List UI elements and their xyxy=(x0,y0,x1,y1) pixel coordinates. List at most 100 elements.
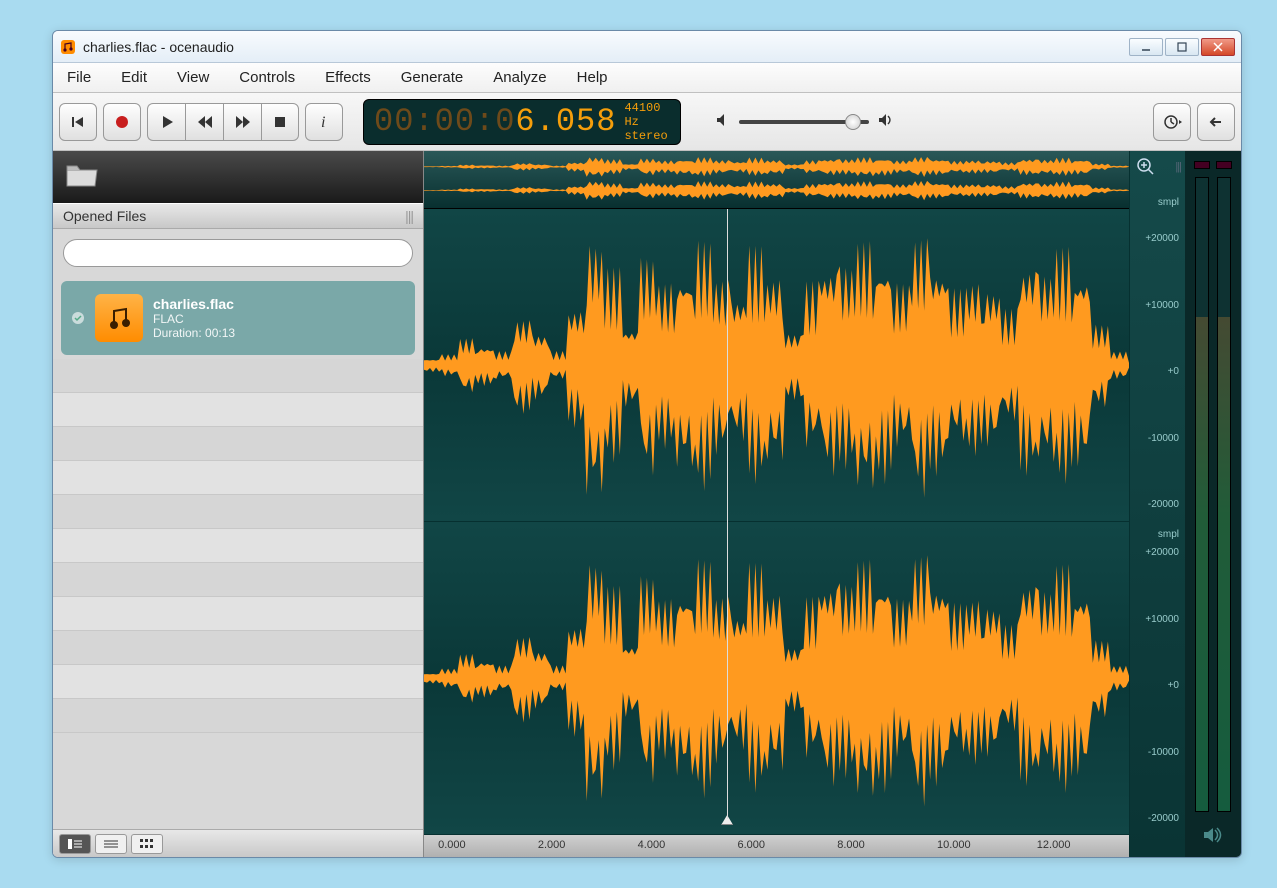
amp-tick: +10000 xyxy=(1145,300,1179,311)
sidebar-title: Opened Files xyxy=(63,208,146,224)
list-row xyxy=(53,359,423,393)
volume-down-icon xyxy=(715,112,731,131)
svg-text:i: i xyxy=(321,114,325,131)
sidebar-footer xyxy=(53,829,423,857)
file-meta: charlies.flac FLAC Duration: 00:13 xyxy=(153,296,235,340)
sidebar-header: Opened Files ||| xyxy=(53,203,423,229)
scale-grip-icon[interactable]: ||| xyxy=(1175,161,1181,173)
menu-analyze[interactable]: Analyze xyxy=(487,65,552,90)
toolbar: i 00:00:06.058 44100 Hz stereo xyxy=(53,93,1241,151)
list-row xyxy=(53,597,423,631)
stop-button[interactable] xyxy=(261,103,299,141)
menu-controls[interactable]: Controls xyxy=(233,65,301,90)
list-row xyxy=(53,461,423,495)
amp-tick: +0 xyxy=(1168,366,1179,377)
titlebar: charlies.flac - ocenaudio xyxy=(53,31,1241,63)
channels[interactable] xyxy=(424,209,1129,835)
sidebar-grip-icon[interactable]: ||| xyxy=(405,208,413,224)
menu-help[interactable]: Help xyxy=(571,65,614,90)
info-button[interactable]: i xyxy=(305,103,343,141)
time-tick: 8.000 xyxy=(837,839,865,851)
amp-tick: +20000 xyxy=(1145,233,1179,244)
amp-tick: -10000 xyxy=(1148,433,1179,444)
maximize-button[interactable] xyxy=(1165,38,1199,56)
file-type: FLAC xyxy=(153,312,235,326)
menu-generate[interactable]: Generate xyxy=(395,65,470,90)
meter-peak-indicators xyxy=(1194,161,1232,169)
list-row xyxy=(53,631,423,665)
sidebar-search xyxy=(53,229,423,277)
time-tick: 0.000 xyxy=(438,839,466,851)
level-meters xyxy=(1185,151,1241,857)
list-row xyxy=(53,699,423,733)
goto-start-button[interactable] xyxy=(59,103,97,141)
time-tick: 2.000 xyxy=(538,839,566,851)
main-area: 0.0002.0004.0006.0008.00010.00012.000 ||… xyxy=(424,151,1241,857)
back-button[interactable] xyxy=(1197,103,1235,141)
record-button[interactable] xyxy=(103,103,141,141)
content: Opened Files ||| charlies.flac FLAC Dura… xyxy=(53,151,1241,857)
list-row xyxy=(53,665,423,699)
amp-tick: -20000 xyxy=(1148,813,1179,824)
app-window: charlies.flac - ocenaudio File Edit View… xyxy=(52,30,1242,858)
amp-tick: +0 xyxy=(1168,680,1179,691)
peak-indicator-right xyxy=(1216,161,1232,169)
minimize-button[interactable] xyxy=(1129,38,1163,56)
time-tick: 12.000 xyxy=(1037,839,1071,851)
list-row xyxy=(53,393,423,427)
view-grid-button[interactable] xyxy=(131,834,163,854)
check-icon xyxy=(71,311,85,325)
overview-waveform[interactable] xyxy=(424,151,1129,209)
app-icon xyxy=(59,38,77,56)
sidebar: Opened Files ||| charlies.flac FLAC Dura… xyxy=(53,151,424,857)
list-row xyxy=(53,529,423,563)
time-display: 00:00:06.058 44100 Hz stereo xyxy=(363,99,681,145)
fast-forward-button[interactable] xyxy=(223,103,261,141)
view-list-button[interactable] xyxy=(95,834,127,854)
search-input[interactable] xyxy=(63,239,413,267)
view-detail-button[interactable] xyxy=(59,834,91,854)
close-button[interactable] xyxy=(1201,38,1235,56)
play-button[interactable] xyxy=(147,103,185,141)
menu-file[interactable]: File xyxy=(61,65,97,90)
meter-right xyxy=(1217,177,1231,812)
channel-left[interactable] xyxy=(424,209,1129,522)
channel-right[interactable] xyxy=(424,522,1129,835)
time-axis: 0.0002.0004.0006.0008.00010.00012.000 xyxy=(424,835,1129,857)
amp-tick: +20000 xyxy=(1145,547,1179,558)
amp-unit: smpl xyxy=(1158,529,1179,540)
lcd-time: 00:00:06.058 xyxy=(374,103,624,140)
menubar: File Edit View Controls Effects Generate… xyxy=(53,63,1241,93)
menu-view[interactable]: View xyxy=(171,65,215,90)
zoom-icon[interactable] xyxy=(1136,157,1156,180)
list-row xyxy=(53,427,423,461)
list-row xyxy=(53,563,423,597)
lcd-seconds: 6.058 xyxy=(515,103,616,140)
time-tick: 6.000 xyxy=(737,839,765,851)
volume-thumb[interactable] xyxy=(845,114,861,130)
amp-tick: -10000 xyxy=(1148,747,1179,758)
folder-icon[interactable] xyxy=(65,162,99,193)
menu-edit[interactable]: Edit xyxy=(115,65,153,90)
lcd-dim-digits: 00:00:0 xyxy=(374,103,515,140)
rewind-button[interactable] xyxy=(185,103,223,141)
amp-tick: -20000 xyxy=(1148,499,1179,510)
volume-up-icon xyxy=(877,112,895,131)
history-button[interactable] xyxy=(1153,103,1191,141)
sidebar-topbar xyxy=(53,151,423,203)
playhead[interactable] xyxy=(727,209,728,819)
time-tick: 10.000 xyxy=(937,839,971,851)
transport-group xyxy=(147,103,299,141)
menu-effects[interactable]: Effects xyxy=(319,65,377,90)
window-title: charlies.flac - ocenaudio xyxy=(83,39,1129,55)
lcd-rate: 44100 Hz xyxy=(624,101,670,129)
file-name: charlies.flac xyxy=(153,296,235,312)
file-item[interactable]: charlies.flac FLAC Duration: 00:13 xyxy=(61,281,415,355)
meter-pair xyxy=(1193,175,1233,814)
lcd-mode: stereo xyxy=(624,129,670,143)
peak-indicator-left xyxy=(1194,161,1210,169)
window-controls xyxy=(1129,38,1235,56)
volume-slider[interactable] xyxy=(739,120,869,124)
toolbar-right xyxy=(1153,103,1235,141)
speaker-icon[interactable] xyxy=(1202,826,1224,847)
